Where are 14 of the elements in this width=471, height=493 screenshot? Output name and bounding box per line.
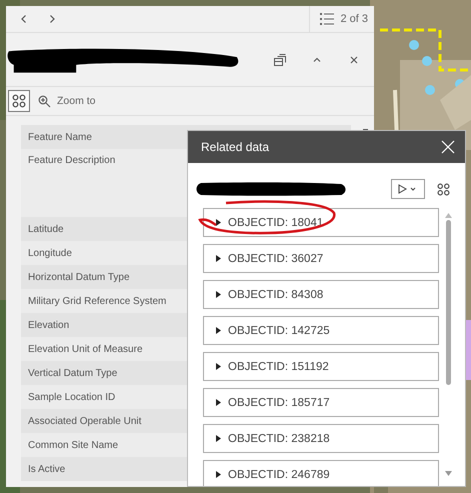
field-label: Elevation — [28, 320, 70, 330]
field-label: Is Active — [28, 464, 66, 474]
field-label: Horizontal Datum Type — [28, 272, 130, 282]
panel-title: Related data — [201, 140, 270, 154]
field-label: Latitude — [28, 224, 64, 234]
field-label: Military Grid Reference System — [28, 296, 166, 306]
field-label: Feature Description — [28, 155, 116, 166]
field-label: Associated Operable Unit — [28, 416, 142, 426]
field-label: Sample Location ID — [28, 392, 116, 402]
field-label: Elevation Unit of Measure — [28, 344, 143, 354]
field-label: Vertical Datum Type — [28, 368, 118, 378]
field-label: Common Site Name — [28, 440, 118, 450]
field-label: Longitude — [28, 248, 72, 258]
field-label: Feature Name — [28, 132, 92, 142]
